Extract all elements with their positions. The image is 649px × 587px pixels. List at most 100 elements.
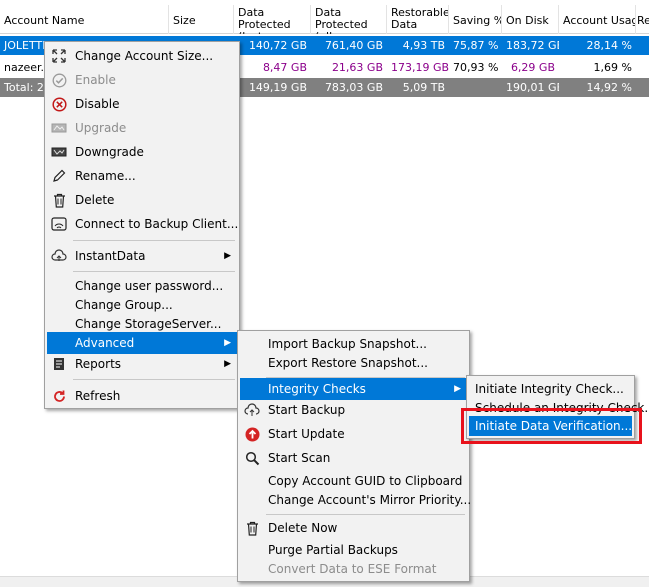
menu-rename[interactable]: Rename... [47,165,237,187]
col-label: Saving % [453,14,502,27]
cell-all: 761,40 GB [324,39,383,52]
menu-label: Upgrade [75,121,127,135]
pencil-icon [51,168,67,184]
menu-change-account-size[interactable]: Change Account Size... [47,45,237,67]
menu-separator [266,514,465,515]
col-account-usage[interactable]: Account Usage [559,5,636,34]
cell-all: 783,03 GB [324,81,383,94]
menu-convert-ese-format[interactable]: Convert Data to ESE Format [240,558,467,580]
menu-label: Downgrade [75,145,144,159]
menu-label: Start Backup [268,403,346,417]
cell-restorable: 5,09 TB [402,81,445,94]
cell-ondisk: 6,29 GB [510,61,555,74]
menu-disable[interactable]: Disable [47,93,237,115]
delete-now-icon [244,520,260,536]
magnifier-icon [244,450,260,466]
col-data-protected-last[interactable]: Data Protected (last backup) [234,5,311,34]
cell-last: 149,19 GB [248,81,307,94]
downgrade-icon [51,144,67,160]
menu-enable[interactable]: Enable [47,69,237,91]
disable-x-circle-icon [51,96,67,112]
col-label: Re [637,14,649,27]
cloud-upload-icon [244,402,260,418]
col-label: Restorable Data [391,6,449,31]
menu-delete-now[interactable]: Delete Now [240,517,467,539]
col-data-protected-all[interactable]: Data Protected (all backups) [311,5,387,34]
check-circle-icon [51,72,67,88]
upgrade-icon [51,120,67,136]
cell-usage: 28,14 % [586,39,632,52]
menu-label: Rename... [75,169,136,183]
menu-delete[interactable]: Delete [47,189,237,211]
menu-start-backup[interactable]: Start Backup [240,399,467,421]
menu-separator [73,271,235,272]
menu-integrity-checks[interactable]: Integrity Checks ▶ [240,378,467,400]
cell-restorable: 173,19 GB [391,61,449,74]
instantdata-icon [51,248,67,264]
menu-label: Advanced [75,336,135,350]
col-label: Size [173,14,196,27]
menu-advanced[interactable]: Advanced ▶ [47,332,237,354]
col-label: On Disk [506,14,549,27]
cell-restorable: 4,93 TB [402,39,445,52]
highlight-annotation-box [461,408,642,444]
cell-usage: 14,92 % [586,81,632,94]
menu-label: Delete Now [268,521,338,535]
menu-label: Enable [75,73,116,87]
cell-saving [449,78,502,97]
cell-usage: 1,69 % [593,61,632,74]
submenu-arrow-icon: ▶ [224,338,231,348]
menu-refresh[interactable]: Refresh [47,385,237,407]
col-size[interactable]: Size [169,5,234,34]
cell-ondisk: 183,72 GB [506,39,559,52]
refresh-icon [51,388,67,404]
menu-export-restore-snapshot[interactable]: Export Restore Snapshot... [240,352,467,374]
menu-label: Disable [75,97,120,111]
submenu-arrow-icon: ▶ [224,251,231,261]
col-saving[interactable]: Saving % [449,5,502,34]
reports-icon [51,356,67,372]
menu-label: Start Update [268,427,345,441]
menu-label: Export Restore Snapshot... [268,356,428,370]
menu-start-update[interactable]: Start Update [240,423,467,445]
col-restorable[interactable]: Restorable Data [387,5,449,34]
cell-saving: 75,87 % [453,39,499,52]
trash-icon [51,192,67,208]
menu-label: Start Scan [268,451,331,465]
cell-last: 140,72 GB [248,39,307,52]
col-account-name[interactable]: Account Name [0,5,169,34]
remote-connect-icon [51,216,67,232]
cell-last: 8,47 GB [262,61,307,74]
col-label: Data Protected (last backup) [238,6,291,35]
col-on-disk[interactable]: On Disk [502,5,559,34]
menu-label: Reports [75,357,122,371]
col-re[interactable]: Re [636,5,649,34]
menu-label: Delete [75,193,115,207]
menu-reports[interactable]: Reports ▶ [47,353,237,375]
menu-downgrade[interactable]: Downgrade [47,141,237,163]
menu-label: Change Account Size... [75,49,214,63]
menu-label: InstantData [75,249,146,263]
menu-separator [73,379,235,380]
context-menu: Change Account Size... Enable Disable Up… [44,41,240,409]
menu-instantdata[interactable]: InstantData ▶ [47,245,237,267]
cell-all: 21,63 GB [331,61,383,74]
menu-label: Change Account's Mirror Priority... [268,493,472,507]
cell-saving: 70,93 % [453,61,499,74]
cell-ondisk: 190,01 GB [506,81,559,94]
menu-label: Connect to Backup Client... [75,217,239,231]
col-label: Account Name [4,14,85,27]
menu-start-scan[interactable]: Start Scan [240,447,467,469]
col-label: Data Protected (all backups) [315,6,368,35]
menu-connect-backup-client[interactable]: Connect to Backup Client... [47,213,239,235]
menu-change-mirror-priority[interactable]: Change Account's Mirror Priority... [240,489,471,511]
update-arrow-icon [244,426,260,442]
grid-header: Account Name Size Data Protected (last b… [0,5,649,34]
advanced-submenu: Import Backup Snapshot... Export Restore… [237,330,471,582]
menu-upgrade[interactable]: Upgrade [47,117,237,139]
menu-label: Convert Data to ESE Format [268,562,437,576]
menu-separator [73,240,235,241]
resize-arrows-icon [51,48,67,64]
menu-label: Integrity Checks [268,382,366,396]
menu-label: Refresh [75,389,121,403]
